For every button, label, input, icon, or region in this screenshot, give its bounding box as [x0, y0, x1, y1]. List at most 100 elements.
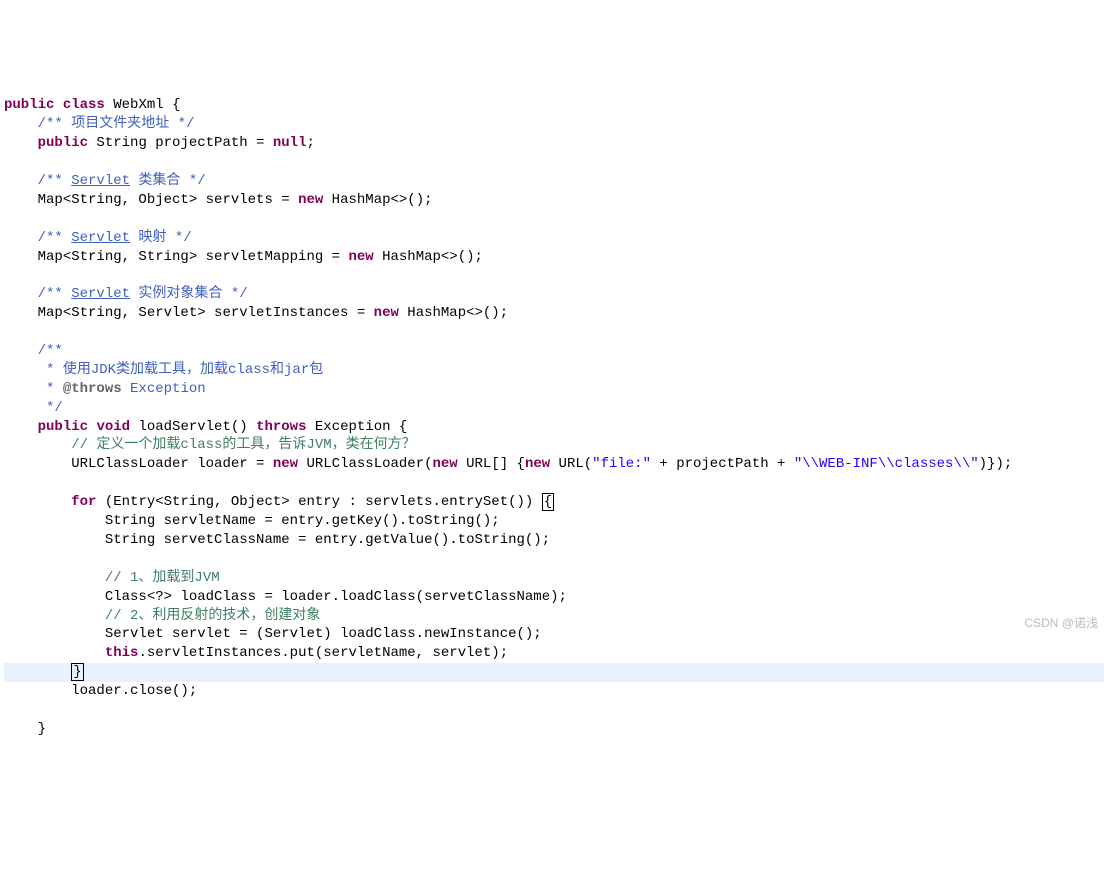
keyword-this: this — [105, 645, 139, 661]
line-9: Map<String, String> servletMapping = new… — [4, 249, 483, 265]
keyword-new: new — [298, 192, 323, 208]
line-14: /** — [4, 343, 63, 359]
semicolon: ; — [306, 135, 314, 151]
string-literal: "file:" — [592, 456, 651, 472]
line-21 — [4, 475, 12, 491]
keyword-for: for — [71, 494, 96, 510]
brace: { — [172, 97, 180, 113]
comment: // 2、利用反射的技术，创建对象 — [105, 608, 321, 624]
comment: * 使用JDK类加载工具，加载class和jar包 — [38, 362, 324, 378]
comment: /** — [38, 343, 63, 359]
keyword-new: new — [374, 305, 399, 321]
code-editor[interactable]: public class WebXml { /** 项目文件夹地址 */ pub… — [4, 78, 1104, 739]
code-text: Map<String, Servlet> servletInstances = — [38, 305, 374, 321]
line-29: Servlet servlet = (Servlet) loadClass.ne… — [4, 626, 542, 642]
line-11: /** Servlet 实例对象集合 */ — [4, 286, 248, 302]
comment: * — [38, 381, 63, 397]
line-4 — [4, 154, 12, 170]
code-text: )}); — [979, 456, 1013, 472]
comment: 实例对象集合 */ — [130, 286, 248, 302]
keyword-null: null — [273, 135, 307, 151]
line-16: * @throws Exception — [4, 381, 206, 397]
javadoc-link: Servlet — [71, 286, 130, 302]
keyword-new: new — [273, 456, 298, 472]
line-8: /** Servlet 映射 */ — [4, 230, 192, 246]
line-19: // 定义一个加载class的工具，告诉JVM，类在何方？ — [4, 437, 416, 453]
comment: /** — [38, 286, 72, 302]
method-name: loadServlet() — [130, 419, 256, 435]
string-literal: "\\WEB-INF\\classes\\" — [794, 456, 979, 472]
line-30: this.servletInstances.put(servletName, s… — [4, 645, 508, 661]
code-text: String servletName = entry.getKey().toSt… — [105, 513, 500, 529]
class-name: WebXml — [113, 97, 163, 113]
brace: } — [38, 721, 46, 737]
line-5: /** Servlet 类集合 */ — [4, 173, 206, 189]
line-24: String servetClassName = entry.getValue(… — [4, 532, 550, 548]
keyword-void: void — [96, 419, 130, 435]
line-31-highlighted: } — [4, 663, 1104, 682]
code-text: loader.close(); — [71, 683, 197, 699]
line-10 — [4, 267, 12, 283]
code-text: Class<?> loadClass = loader.loadClass(se… — [105, 589, 567, 605]
line-6: Map<String, Object> servlets = new HashM… — [4, 192, 433, 208]
keyword-new: new — [525, 456, 550, 472]
line-13 — [4, 324, 12, 340]
code-text: HashMap<>(); — [323, 192, 432, 208]
line-1: public class WebXml { — [4, 97, 180, 113]
keyword-throws: throws — [256, 419, 306, 435]
javadoc-link: Servlet — [71, 230, 130, 246]
javadoc-throws: @throws — [63, 381, 122, 397]
comment: /** 项目文件夹地址 */ — [38, 116, 195, 132]
line-33 — [4, 702, 12, 718]
keyword-public: public — [38, 135, 88, 151]
watermark: CSDN @诺浅 — [1024, 615, 1098, 631]
keyword-class: class — [63, 97, 105, 113]
line-23: String servletName = entry.getKey().toSt… — [4, 513, 500, 529]
line-26: // 1、加载到JVM — [4, 570, 220, 586]
code-text: URLClassLoader( — [298, 456, 432, 472]
line-32: loader.close(); — [4, 683, 197, 699]
code-text: URL( — [550, 456, 592, 472]
line-12: Map<String, Servlet> servletInstances = … — [4, 305, 508, 321]
line-34: } — [4, 721, 46, 737]
comment: /** — [38, 173, 72, 189]
comment: /** — [38, 230, 72, 246]
line-7 — [4, 211, 12, 227]
line-22: for (Entry<String, Object> entry : servl… — [4, 493, 554, 511]
code-text: HashMap<>(); — [374, 249, 483, 265]
code-text: .servletInstances.put(servletName, servl… — [138, 645, 508, 661]
comment: 类集合 */ — [130, 173, 206, 189]
keyword-public: public — [4, 97, 54, 113]
matching-bracket: } — [71, 663, 83, 681]
keyword-public: public — [38, 419, 88, 435]
code-text: String servetClassName = entry.getValue(… — [105, 532, 550, 548]
code-text: Map<String, Object> servlets = — [38, 192, 298, 208]
line-20: URLClassLoader loader = new URLClassLoad… — [4, 456, 1012, 472]
comment: 映射 */ — [130, 230, 192, 246]
comment: // 1、加载到JVM — [105, 570, 220, 586]
code-text: Exception { — [307, 419, 408, 435]
code-text: + projectPath + — [651, 456, 794, 472]
comment: Exception — [122, 381, 206, 397]
line-15: * 使用JDK类加载工具，加载class和jar包 — [4, 362, 323, 378]
line-25 — [4, 551, 12, 567]
comment: // 定义一个加载class的工具，告诉JVM，类在何方？ — [71, 437, 415, 453]
code-text: URLClassLoader loader = — [71, 456, 273, 472]
line-2: /** 项目文件夹地址 */ — [4, 116, 194, 132]
code-text: String projectPath = — [88, 135, 273, 151]
keyword-new: new — [433, 456, 458, 472]
line-28: // 2、利用反射的技术，创建对象 — [4, 608, 320, 624]
code-text: Map<String, String> servletMapping = — [38, 249, 349, 265]
keyword-new: new — [348, 249, 373, 265]
cursor-bracket: { — [542, 493, 554, 511]
code-text: HashMap<>(); — [399, 305, 508, 321]
javadoc-link: Servlet — [71, 173, 130, 189]
comment: */ — [38, 400, 63, 416]
code-text: (Entry<String, Object> entry : servlets.… — [96, 494, 541, 510]
line-3: public String projectPath = null; — [4, 135, 315, 151]
code-text: URL[] { — [458, 456, 525, 472]
code-text: Servlet servlet = (Servlet) loadClass.ne… — [105, 626, 542, 642]
line-18: public void loadServlet() throws Excepti… — [4, 419, 407, 435]
line-17: */ — [4, 400, 63, 416]
line-27: Class<?> loadClass = loader.loadClass(se… — [4, 589, 567, 605]
